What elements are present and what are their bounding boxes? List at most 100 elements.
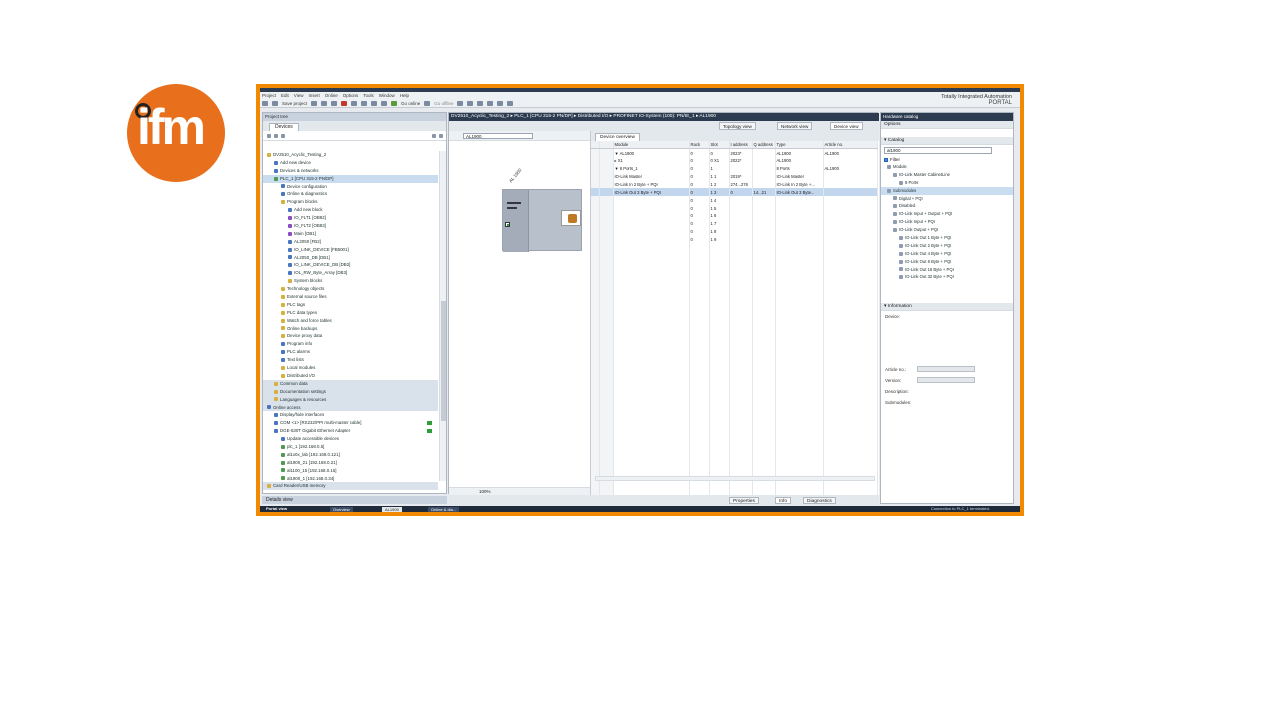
table-row[interactable]: ▼ 8 Ports_1 0 1 8 Ports AL1900: [591, 164, 878, 173]
tab-device-view[interactable]: Device view: [830, 122, 863, 130]
cut-icon[interactable]: [311, 101, 318, 106]
go-online-button[interactable]: Go online: [401, 101, 420, 106]
tree-sync-icon[interactable]: [439, 134, 443, 138]
tree-item[interactable]: IO_FLT2 [OB83]: [263, 222, 438, 230]
split-horizontal-icon[interactable]: [497, 101, 504, 106]
table-row[interactable]: [591, 322, 878, 331]
column-header[interactable]: Module: [613, 141, 690, 150]
taskbar-tab-online-diagnostics[interactable]: Online & dia...: [428, 507, 460, 512]
tree-item[interactable]: IO_FLT1 [OB82]: [263, 214, 438, 222]
table-row[interactable]: IO-Link Master 0 1 1 2019* IO-Link Master: [591, 172, 878, 181]
tree-view-icon[interactable]: [432, 134, 436, 138]
delete-icon[interactable]: [341, 101, 348, 106]
undo-icon[interactable]: [351, 101, 358, 106]
tree-back-icon[interactable]: [274, 134, 278, 138]
compile-icon[interactable]: [371, 101, 378, 106]
redo-icon[interactable]: [361, 101, 368, 106]
zoom-level[interactable]: 100%: [479, 489, 491, 494]
device-select[interactable]: AL1900: [463, 133, 533, 139]
tree-forward-icon[interactable]: [281, 134, 285, 138]
tree-item[interactable]: Card Reader/USB memory: [263, 482, 438, 491]
tree-item[interactable]: Program blocks: [263, 198, 438, 206]
table-row[interactable]: [591, 432, 878, 441]
table-row[interactable]: ▸ X1 0 0 X1 2022* AL1900: [591, 156, 878, 165]
version-dropdown[interactable]: [917, 377, 975, 383]
save-project-button[interactable]: Save project: [282, 101, 307, 106]
column-header[interactable]: [599, 141, 614, 150]
tree-expand-icon[interactable]: [267, 134, 271, 138]
catalog-item[interactable]: IO-Link Input + PQI: [881, 218, 1013, 226]
catalog-item[interactable]: IO-Link Output + PQI: [881, 226, 1013, 234]
table-row[interactable]: [591, 369, 878, 378]
tree-item[interactable]: IO_LINK_DEVICE [FB5001]: [263, 246, 438, 254]
zoom-control[interactable]: 100%: [449, 487, 590, 495]
table-row[interactable]: [591, 346, 878, 355]
tree-item[interactable]: PLC alarms: [263, 348, 438, 356]
tree-item[interactable]: PLC data types: [263, 309, 438, 317]
table-row[interactable]: [591, 401, 878, 410]
menu-edit[interactable]: Edit: [281, 93, 289, 98]
tree-item[interactable]: Add new device: [263, 159, 438, 167]
table-row[interactable]: [591, 267, 878, 276]
tree-item[interactable]: Main [OB1]: [263, 230, 438, 238]
open-project-icon[interactable]: [272, 101, 278, 106]
table-row[interactable]: 01 8: [591, 227, 878, 236]
table-row[interactable]: IO-Link In 2 Byte + PQI 0 1 2 274...276 IO-L…: [591, 180, 878, 189]
table-row[interactable]: [591, 259, 878, 268]
tree-item[interactable]: Device configuration: [263, 183, 438, 191]
tree-item[interactable]: External source files: [263, 293, 438, 301]
tree-item[interactable]: DGE-530T Gigabit Ethernet Adapter: [263, 427, 438, 435]
tree-item[interactable]: IO_LINK_DEVICE_DB [DB2]: [263, 261, 438, 269]
column-header[interactable]: I address: [729, 141, 753, 150]
tree-item[interactable]: al1x0x_lab [192.168.0.121]: [263, 451, 438, 459]
details-view-header[interactable]: Details view: [262, 496, 447, 504]
column-header[interactable]: Article no.: [823, 141, 878, 150]
table-row[interactable]: [591, 275, 878, 284]
catalog-item[interactable]: IO-Link Out 2 Byte + PQI: [881, 242, 1013, 250]
table-row[interactable]: [591, 464, 878, 473]
module-slot[interactable]: [561, 210, 581, 226]
column-header[interactable]: Slot: [709, 141, 730, 150]
table-row[interactable]: [591, 480, 878, 489]
catalog-item[interactable]: IO-Link Input + Output + PQI: [881, 210, 1013, 218]
catalog-item[interactable]: IO-Link Master CabinetLine: [881, 171, 1013, 179]
al1900-device-graphic[interactable]: [502, 189, 582, 252]
overview-horizontal-scrollbar[interactable]: [595, 476, 875, 481]
table-row[interactable]: [591, 306, 878, 315]
table-row[interactable]: IO-Link Out 3 Byte + PQI 0 1 3 0 14...21 IO-L…: [591, 188, 878, 197]
table-row[interactable]: [591, 448, 878, 457]
menu-help[interactable]: Help: [400, 93, 409, 98]
tree-item[interactable]: Display/hide interfaces: [263, 411, 438, 419]
tree-item[interactable]: Add new block: [263, 206, 438, 214]
copy-icon[interactable]: [321, 101, 328, 106]
head-module[interactable]: [503, 190, 529, 252]
table-row[interactable]: [591, 417, 878, 426]
tree-item[interactable]: Program info: [263, 340, 438, 348]
menu-online[interactable]: Online: [325, 93, 338, 98]
tree-item[interactable]: PLC tags: [263, 301, 438, 309]
tab-properties[interactable]: Properties: [729, 497, 759, 504]
catalog-item[interactable]: IO-Link Out 16 Byte + PQI: [881, 266, 1013, 274]
options-header[interactable]: Options: [881, 121, 1013, 129]
go-offline-button[interactable]: Go offline: [434, 101, 453, 106]
table-row[interactable]: 01 5: [591, 204, 878, 213]
tree-item[interactable]: al1100_15 [192.168.0.15]: [263, 467, 438, 475]
menu-options[interactable]: Options: [343, 93, 359, 98]
tree-item[interactable]: DV2510_Acyclic_Testing_2: [263, 151, 438, 159]
table-row[interactable]: 01 7: [591, 219, 878, 228]
tree-item[interactable]: PLC_1 [CPU 315-2 PN/DP]: [263, 174, 438, 183]
table-row[interactable]: [591, 440, 878, 449]
column-header[interactable]: Q address: [752, 141, 776, 150]
table-row[interactable]: [591, 409, 878, 418]
tree-item[interactable]: al1900_1 [192.168.0.34]: [263, 475, 438, 483]
table-row[interactable]: [591, 243, 878, 252]
new-project-icon[interactable]: [262, 101, 268, 106]
table-row[interactable]: [591, 283, 878, 291]
tree-item[interactable]: Online backups: [263, 325, 438, 333]
catalog-item[interactable]: IO-Link Out 1 Byte + PQI: [881, 234, 1013, 242]
menu-tools[interactable]: Tools: [363, 93, 374, 98]
tree-item[interactable]: Local modules: [263, 364, 438, 372]
taskbar-tab-overview[interactable]: Overview: [330, 507, 353, 512]
table-row[interactable]: [591, 251, 878, 260]
table-row[interactable]: 01 9: [591, 235, 878, 244]
